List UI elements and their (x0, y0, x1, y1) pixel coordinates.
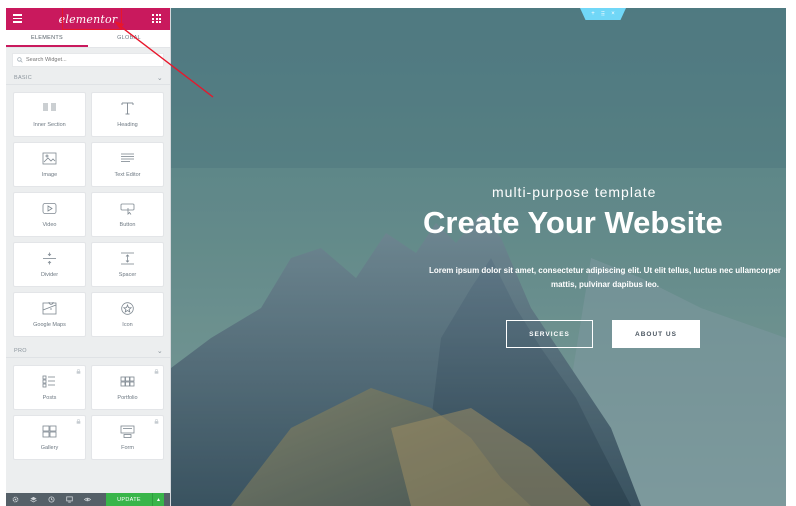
pro-widgets-grid: Posts Portfolio Gallery Form (6, 358, 170, 467)
section-pro-header[interactable]: PRO ⌄ (6, 344, 170, 358)
inner-section-icon (43, 103, 56, 110)
hero-background-image (171, 8, 786, 506)
elementor-logo: elementor (58, 12, 118, 26)
page-preview: + ⠿ × multi-purpose template Create Your… (171, 8, 786, 506)
caret-up-icon[interactable]: ▲ (152, 493, 164, 506)
widget-video[interactable]: Video (13, 192, 86, 237)
hero-text: Lorem ipsum dolor sit amet, consectetur … (428, 266, 782, 289)
widget-image[interactable]: Image (13, 142, 86, 187)
widget-label: Portfolio (117, 394, 138, 401)
widget-heading[interactable]: Heading (91, 92, 164, 137)
close-icon[interactable]: × (611, 11, 615, 17)
spacer-icon (121, 252, 134, 264)
menu-icon[interactable] (13, 14, 22, 23)
gear-icon[interactable] (12, 496, 19, 503)
portfolio-icon (120, 376, 135, 386)
plus-icon[interactable]: + (591, 11, 595, 17)
widget-posts[interactable]: Posts (13, 365, 86, 410)
widget-label: Google Maps (33, 321, 66, 328)
divider-icon (43, 252, 56, 264)
move-icon[interactable]: ⠿ (601, 11, 605, 18)
widget-form[interactable]: Form (91, 415, 164, 460)
section-handle[interactable]: + ⠿ × (580, 8, 626, 20)
widget-label: Icon (122, 321, 133, 328)
tab-elements[interactable]: ELEMENTS (6, 30, 88, 47)
search-input[interactable] (26, 57, 146, 63)
widget-label: Divider (40, 271, 59, 278)
hero-subtitle: multi-purpose template (492, 184, 657, 200)
widget-text-editor[interactable]: Text Editor (91, 142, 164, 187)
video-icon (42, 202, 57, 214)
chevron-down-icon: ⌄ (156, 74, 163, 82)
widget-label: Video (42, 221, 57, 228)
elementor-panel: elementor ELEMENTS GLOBAL BASIC ⌄ Inner … (6, 8, 171, 506)
widget-divider[interactable]: Divider (13, 242, 86, 287)
lock-icon (76, 369, 81, 374)
layers-icon[interactable] (30, 496, 37, 503)
panel-tabs: ELEMENTS GLOBAL (6, 30, 170, 48)
update-button[interactable]: UPDATE (106, 493, 152, 506)
panel-header: elementor (6, 8, 170, 30)
search-box (12, 53, 164, 67)
widget-label: Heading (117, 121, 138, 128)
lock-icon (154, 369, 159, 374)
widget-google-maps[interactable]: Google Maps (13, 292, 86, 337)
chevron-down-icon: ⌄ (156, 347, 163, 355)
widget-button[interactable]: Button (91, 192, 164, 237)
section-basic-header[interactable]: BASIC ⌄ (6, 71, 170, 85)
services-button[interactable]: SERVICES (506, 320, 593, 348)
star-icon (121, 301, 134, 315)
eye-icon[interactable] (84, 496, 91, 503)
image-icon (42, 152, 57, 164)
about-us-button[interactable]: ABOUT US (612, 320, 700, 348)
section-pro-title: PRO (14, 347, 27, 354)
widget-spacer[interactable]: Spacer (91, 242, 164, 287)
widget-portfolio[interactable]: Portfolio (91, 365, 164, 410)
google-maps-icon (42, 301, 57, 314)
form-icon (120, 425, 135, 438)
button-icon (120, 203, 135, 215)
tab-global[interactable]: GLOBAL (88, 30, 170, 47)
lock-icon (76, 419, 81, 424)
panel-footer: UPDATE ▲ (6, 493, 170, 506)
widget-label: Text Editor (114, 171, 141, 178)
widget-label: Posts (42, 394, 57, 401)
history-icon[interactable] (48, 496, 55, 503)
posts-icon (42, 375, 55, 387)
widget-gallery[interactable]: Gallery (13, 415, 86, 460)
search-wrapper (6, 48, 170, 71)
responsive-icon[interactable] (66, 496, 73, 503)
hero-title: Create Your Website (423, 205, 723, 240)
heading-icon (121, 102, 134, 114)
widget-label: Button (119, 221, 136, 228)
lock-icon (154, 419, 159, 424)
widget-label: Inner Section (33, 121, 66, 128)
widget-icon[interactable]: Icon (91, 292, 164, 337)
widgets-grid-icon[interactable] (152, 14, 161, 23)
gallery-icon (42, 425, 57, 437)
widget-label: Image (41, 171, 58, 178)
widget-label: Gallery (40, 444, 59, 451)
basic-widgets-grid: Inner Section Heading Image Text Editor … (6, 85, 170, 344)
widget-label: Spacer (118, 271, 137, 278)
text-editor-icon (121, 153, 134, 162)
search-icon (17, 57, 23, 63)
section-basic-title: BASIC (14, 74, 33, 81)
widget-inner-section[interactable]: Inner Section (13, 92, 86, 137)
widget-label: Form (121, 444, 134, 451)
